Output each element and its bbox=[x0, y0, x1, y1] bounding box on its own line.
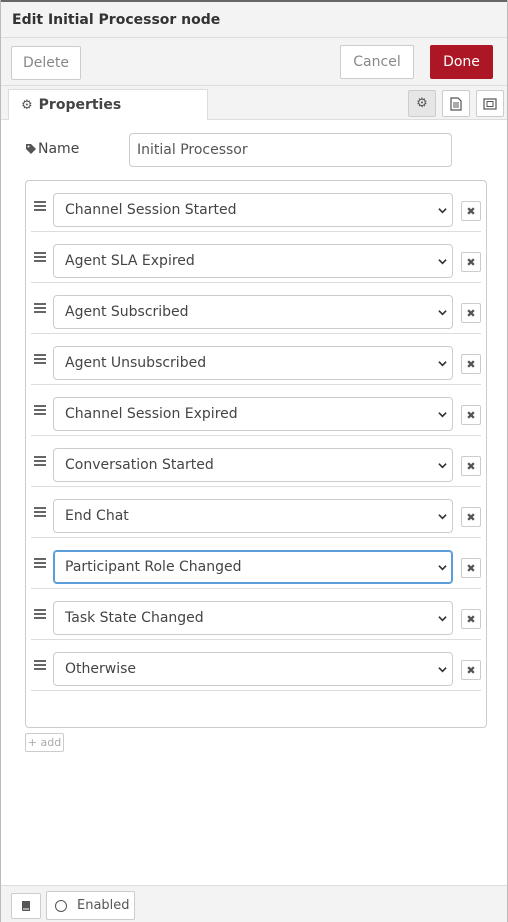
chevron-down-icon bbox=[438, 361, 447, 367]
drag-handle-icon[interactable] bbox=[34, 303, 46, 313]
rule-type-select[interactable]: Otherwise bbox=[53, 652, 453, 686]
rule-type-select[interactable]: Participant Role Changed bbox=[53, 550, 453, 584]
chevron-down-icon bbox=[438, 259, 447, 265]
rule-type-select[interactable]: Conversation Started bbox=[53, 448, 453, 482]
tray-footer: Enabled bbox=[1, 885, 507, 922]
rule-type-value: Participant Role Changed bbox=[65, 559, 242, 575]
rule-row: Channel Session Expired ✖ bbox=[31, 385, 481, 436]
drag-handle-icon[interactable] bbox=[34, 354, 46, 364]
drag-handle-icon[interactable] bbox=[34, 609, 46, 619]
chevron-down-icon bbox=[438, 310, 447, 316]
rule-type-select[interactable]: Channel Session Started bbox=[53, 193, 453, 227]
rule-row: End Chat ✖ bbox=[31, 487, 481, 538]
name-label: Name bbox=[25, 141, 79, 157]
rule-type-select[interactable]: Agent SLA Expired bbox=[53, 244, 453, 278]
chevron-down-icon bbox=[438, 616, 447, 622]
chevron-down-icon bbox=[438, 565, 447, 571]
close-icon: ✖ bbox=[466, 357, 476, 371]
rules-list: Channel Session Started ✖ Agent SLA Expire… bbox=[25, 180, 487, 728]
rule-row: Participant Role Changed ✖ bbox=[31, 538, 481, 589]
rule-type-select[interactable]: Agent Unsubscribed bbox=[53, 346, 453, 380]
gear-icon: ⚙ bbox=[21, 97, 33, 113]
drag-handle-icon[interactable] bbox=[34, 405, 46, 415]
drag-handle-icon[interactable] bbox=[34, 456, 46, 466]
rule-row: Agent SLA Expired ✖ bbox=[31, 232, 481, 283]
tray-toolbar: Delete Cancel Done bbox=[1, 38, 507, 86]
plus-icon: + bbox=[27, 736, 41, 749]
close-icon: ✖ bbox=[466, 408, 476, 422]
rule-type-value: Agent Subscribed bbox=[65, 304, 189, 320]
close-icon: ✖ bbox=[466, 663, 476, 677]
description-icon[interactable] bbox=[442, 90, 470, 117]
close-icon: ✖ bbox=[466, 459, 476, 473]
add-rule-label: add bbox=[40, 736, 62, 749]
book-icon[interactable] bbox=[11, 893, 41, 919]
rule-type-select[interactable]: Task State Changed bbox=[53, 601, 453, 635]
chevron-down-icon bbox=[438, 463, 447, 469]
rule-row: Channel Session Started ✖ bbox=[31, 181, 481, 232]
properties-panel: Name Channel Session Started✖Agent SLA E… bbox=[1, 120, 507, 885]
close-icon: ✖ bbox=[466, 561, 476, 575]
radio-circle-icon bbox=[55, 899, 67, 912]
rule-type-value: Task State Changed bbox=[65, 610, 204, 626]
remove-rule-button[interactable]: ✖ bbox=[461, 405, 481, 425]
rule-type-value: Conversation Started bbox=[65, 457, 214, 473]
enabled-toggle[interactable]: Enabled bbox=[46, 891, 135, 920]
chevron-down-icon bbox=[438, 667, 447, 673]
chevron-down-icon bbox=[438, 514, 447, 520]
rule-type-value: Channel Session Expired bbox=[65, 406, 238, 422]
drag-handle-icon[interactable] bbox=[34, 507, 46, 517]
done-button[interactable]: Done bbox=[430, 45, 493, 79]
remove-rule-button[interactable]: ✖ bbox=[461, 303, 481, 323]
remove-rule-button[interactable]: ✖ bbox=[461, 252, 481, 272]
rule-type-select[interactable]: End Chat bbox=[53, 499, 453, 533]
tab-bar: ⚙ Properties ⚙ bbox=[1, 86, 507, 120]
chevron-down-icon bbox=[438, 208, 447, 214]
drag-handle-icon[interactable] bbox=[34, 558, 46, 568]
remove-rule-button[interactable]: ✖ bbox=[461, 609, 481, 629]
close-icon: ✖ bbox=[466, 306, 476, 320]
rule-row: Agent Subscribed ✖ bbox=[31, 283, 481, 334]
rule-row: Task State Changed ✖ bbox=[31, 589, 481, 640]
drag-handle-icon[interactable] bbox=[34, 252, 46, 262]
remove-rule-button[interactable]: ✖ bbox=[461, 201, 481, 221]
drag-handle-icon[interactable] bbox=[34, 201, 46, 211]
tray-header: Edit Initial Processor node bbox=[1, 0, 507, 38]
tag-icon bbox=[26, 144, 36, 154]
cancel-button[interactable]: Cancel bbox=[340, 45, 414, 79]
rule-row: Conversation Started ✖ bbox=[31, 436, 481, 487]
rule-type-select[interactable]: Agent Subscribed bbox=[53, 295, 453, 329]
chevron-down-icon bbox=[438, 412, 447, 418]
drag-handle-icon[interactable] bbox=[34, 660, 46, 670]
remove-rule-button[interactable]: ✖ bbox=[461, 354, 481, 374]
rule-type-value: Agent SLA Expired bbox=[65, 253, 195, 269]
remove-rule-button[interactable]: ✖ bbox=[461, 507, 481, 527]
edit-node-tray: Edit Initial Processor node Delete Cance… bbox=[0, 0, 508, 922]
remove-rule-button[interactable]: ✖ bbox=[461, 456, 481, 476]
close-icon: ✖ bbox=[466, 612, 476, 626]
remove-rule-button[interactable]: ✖ bbox=[461, 558, 481, 578]
enabled-label: Enabled bbox=[77, 898, 130, 913]
tab-properties[interactable]: ⚙ Properties bbox=[8, 89, 208, 120]
rule-type-value: Channel Session Started bbox=[65, 202, 237, 218]
add-rule-button[interactable]: + add bbox=[25, 733, 64, 752]
rule-type-select[interactable]: Channel Session Expired bbox=[53, 397, 453, 431]
gear-icon[interactable]: ⚙ bbox=[408, 90, 436, 117]
close-icon: ✖ bbox=[466, 510, 476, 524]
rule-type-value: End Chat bbox=[65, 508, 129, 524]
rule-type-value: Otherwise bbox=[65, 661, 136, 677]
delete-button[interactable]: Delete bbox=[11, 46, 81, 80]
name-label-text: Name bbox=[38, 141, 80, 157]
tray-title: Edit Initial Processor node bbox=[12, 12, 221, 28]
tab-properties-label: Properties bbox=[38, 97, 122, 113]
appearance-icon[interactable] bbox=[476, 90, 504, 117]
name-input[interactable] bbox=[129, 133, 452, 167]
rule-row: Otherwise ✖ bbox=[31, 640, 481, 691]
rule-type-value: Agent Unsubscribed bbox=[65, 355, 207, 371]
close-icon: ✖ bbox=[466, 204, 476, 218]
rule-row: Agent Unsubscribed ✖ bbox=[31, 334, 481, 385]
remove-rule-button[interactable]: ✖ bbox=[461, 660, 481, 680]
close-icon: ✖ bbox=[466, 255, 476, 269]
